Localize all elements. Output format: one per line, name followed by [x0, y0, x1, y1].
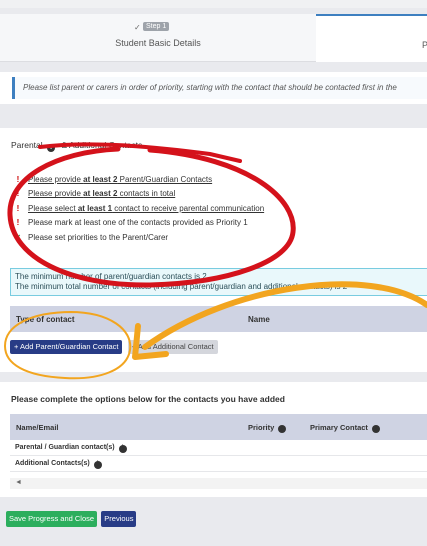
requirement-part: Please provide: [28, 174, 84, 184]
horizontal-scrollbar[interactable]: ◄: [10, 478, 427, 489]
add-buttons: + Add Parent/Guardian Contact + Add Addi…: [10, 340, 218, 354]
row-label-text: Parental / Guardian contact(s): [15, 444, 115, 451]
requirement-emphasis: at least 2: [83, 174, 118, 184]
requirement-item: ! Please provide at least 2 contacts in t…: [14, 187, 264, 202]
check-icon: ✓: [14, 232, 22, 242]
info-icon[interactable]: i: [47, 144, 56, 152]
info-icon[interactable]: i: [278, 425, 287, 433]
add-additional-contact-button[interactable]: + Add Additional Contact: [127, 340, 218, 354]
requirement-emphasis: at least 1: [77, 203, 113, 213]
contacts-table-header: Type of contact Name: [10, 306, 427, 332]
step2-title: P: [422, 40, 427, 50]
add-parent-guardian-contact-button[interactable]: + Add Parent/Guardian Contact: [10, 340, 123, 354]
options-title: Please complete the options below for th…: [11, 394, 285, 404]
table-row: Parental / Guardian contact(s) i: [10, 440, 427, 456]
stepper: ✓ Step 1 Student Basic Details P: [0, 14, 427, 62]
options-card: Please complete the options below for th…: [0, 382, 427, 497]
step-badge: Step 1: [143, 22, 170, 31]
requirement-item: ✓ Please set priorities to the Parent/Car…: [14, 230, 264, 245]
info-icon[interactable]: i: [93, 461, 102, 469]
column-name-email: Name/Email: [16, 423, 59, 432]
requirement-part: Please set priorities to the Parent/Care…: [28, 232, 169, 242]
info-icon[interactable]: i: [118, 445, 127, 453]
requirement-text[interactable]: Please provide at least 2 contacts in to…: [28, 189, 175, 198]
requirement-part: Please select: [28, 203, 78, 213]
column-priority-label: Priority: [248, 423, 275, 432]
section-title-parental: Parental: [11, 140, 43, 150]
section-title: Parental i & Additional Contacts: [11, 140, 142, 152]
column-primary-contact-label: Primary Contact: [310, 423, 368, 432]
column-primary-contact: Primary Contact i: [310, 423, 382, 433]
step-student-basic-details[interactable]: ✓ Step 1 Student Basic Details: [0, 14, 316, 62]
top-strip: [0, 0, 427, 8]
column-type-of-contact: Type of contact: [16, 315, 75, 324]
info-panel: Please list parent or carers in order of…: [0, 72, 427, 104]
check-icon: ✓: [134, 23, 141, 32]
options-table-header: Name/Email Priority i Primary Contact i: [10, 414, 427, 440]
footer-buttons: Save Progress and Close Previous: [6, 511, 137, 527]
step-current[interactable]: P: [316, 14, 427, 62]
alert-line: The minimum total number of contacts (in…: [15, 282, 348, 291]
contacts-card: Parental i & Additional Contacts ! Please…: [0, 128, 427, 372]
requirement-text[interactable]: Please select at least 1 contact to rece…: [28, 204, 264, 213]
requirement-item: ! Please select at least 1 contact to rec…: [14, 201, 264, 216]
step-title: Student Basic Details: [115, 38, 201, 48]
column-name: Name: [248, 315, 270, 324]
minimum-contacts-alert: The minimum number of parent/guardian co…: [10, 268, 427, 296]
info-icon[interactable]: i: [372, 425, 381, 433]
exclamation-icon: !: [16, 189, 20, 199]
exclamation-icon: !: [16, 203, 20, 213]
exclamation-icon: !: [16, 174, 20, 184]
row-label: Parental / Guardian contact(s) i: [15, 444, 129, 453]
save-progress-button[interactable]: Save Progress and Close: [6, 511, 98, 527]
requirement-part: contact to receive parental communicatio…: [112, 203, 265, 213]
requirement-text: Please mark at least one of the contacts…: [28, 218, 248, 227]
section-title-rest: & Additional Contacts: [61, 140, 143, 150]
column-priority: Priority i: [248, 423, 288, 433]
row-label: Additional Contacts(s) i: [15, 460, 104, 469]
alert-line: The minimum number of parent/guardian co…: [15, 272, 207, 281]
requirement-text[interactable]: Please provide at least 2 Parent/Guardia…: [28, 175, 212, 184]
requirement-text: Please set priorities to the Parent/Care…: [28, 233, 168, 242]
requirement-part: Please provide: [28, 189, 84, 199]
exclamation-icon: !: [16, 218, 20, 228]
row-label-text: Additional Contacts(s): [15, 460, 90, 467]
table-row: Additional Contacts(s) i: [10, 456, 427, 472]
requirement-part: Please mark at least one of the contacts…: [28, 218, 248, 228]
requirement-item: ! Please provide at least 2 Parent/Guardi…: [14, 172, 264, 187]
requirement-part: Parent/Guardian Contacts: [117, 174, 213, 184]
requirement-emphasis: at least 2: [83, 189, 118, 199]
requirement-item: ! Please mark at least one of the contact…: [14, 216, 264, 231]
scroll-left-arrow-icon[interactable]: ◄: [15, 479, 22, 486]
previous-button[interactable]: Previous: [101, 511, 137, 527]
info-text: Please list parent or carers in order of…: [12, 77, 427, 99]
requirements-list: ! Please provide at least 2 Parent/Guardi…: [14, 172, 265, 245]
requirement-part: contacts in total: [117, 189, 176, 199]
